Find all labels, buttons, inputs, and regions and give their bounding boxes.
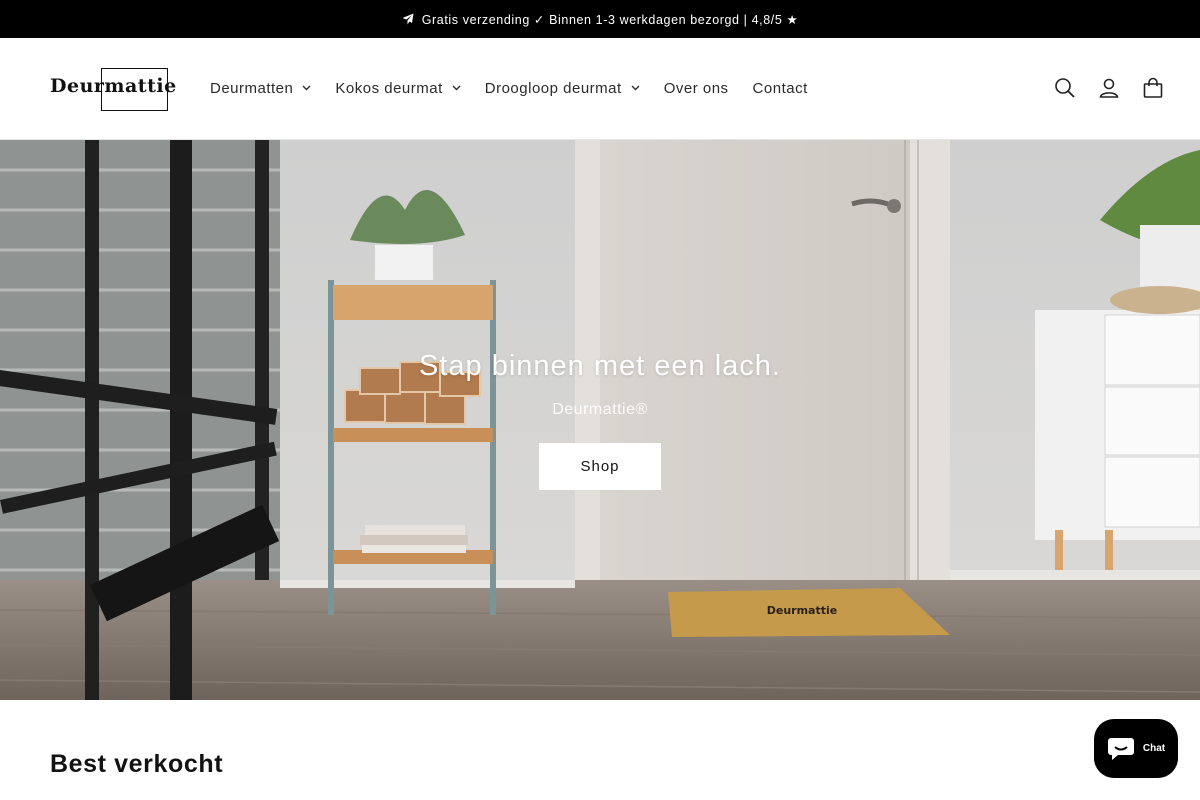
- doormat-text: Deurmattie: [767, 604, 837, 617]
- chevron-down-icon: [631, 85, 640, 91]
- hero-title: Stap binnen met een lach.: [419, 350, 781, 382]
- announcement-text: Gratis verzending ✓ Binnen 1-3 werkdagen…: [421, 12, 799, 27]
- nav-item-droogloop-deurmat[interactable]: Droogloop deurmat: [473, 80, 652, 97]
- nav-item-deurmatten[interactable]: Deurmatten: [198, 80, 323, 97]
- nav-label: Deurmatten: [210, 79, 294, 97]
- paper-plane-icon: [402, 13, 414, 25]
- chat-bubble-icon: [1107, 737, 1134, 760]
- chat-button[interactable]: Chat: [1094, 719, 1178, 778]
- best-sellers-title: Best verkocht: [50, 750, 224, 778]
- chevron-down-icon: [452, 85, 461, 91]
- header-icons: [1054, 76, 1164, 100]
- logo-text: Deurmattie: [50, 75, 177, 97]
- nav-item-over-ons[interactable]: Over ons: [652, 80, 741, 97]
- hero-banner: Deurmattie Stap binnen met een lach. Deu…: [0, 140, 1200, 700]
- cart-button[interactable]: [1142, 76, 1164, 100]
- logo[interactable]: Deurmattie: [50, 68, 176, 111]
- main-nav: Deurmatten Kokos deurmat Droogloop deurm…: [198, 77, 820, 99]
- nav-item-kokos-deurmat[interactable]: Kokos deurmat: [323, 80, 472, 97]
- nav-label: Contact: [752, 79, 808, 97]
- search-icon: [1055, 78, 1075, 98]
- account-button[interactable]: [1098, 76, 1120, 100]
- nav-label: Over ons: [663, 79, 729, 97]
- chat-label: Chat: [1142, 743, 1166, 754]
- site-header: Deurmattie Deurmatten Kokos deurmat Droo…: [0, 38, 1200, 140]
- chevron-down-icon: [302, 85, 311, 91]
- nav-label: Kokos deurmat: [335, 79, 443, 97]
- shop-button[interactable]: Shop: [539, 443, 661, 490]
- announcement-bar: Gratis verzending ✓ Binnen 1-3 werkdagen…: [0, 0, 1200, 38]
- hero-subtitle: Deurmattie®: [552, 401, 648, 418]
- nav-item-contact[interactable]: Contact: [741, 80, 820, 97]
- nav-label: Droogloop deurmat: [484, 79, 622, 97]
- cart-icon: [1143, 77, 1163, 98]
- search-button[interactable]: [1054, 76, 1076, 100]
- account-icon: [1099, 78, 1119, 98]
- hero-content: Stap binnen met een lach. Deurmattie® Sh…: [0, 350, 1200, 490]
